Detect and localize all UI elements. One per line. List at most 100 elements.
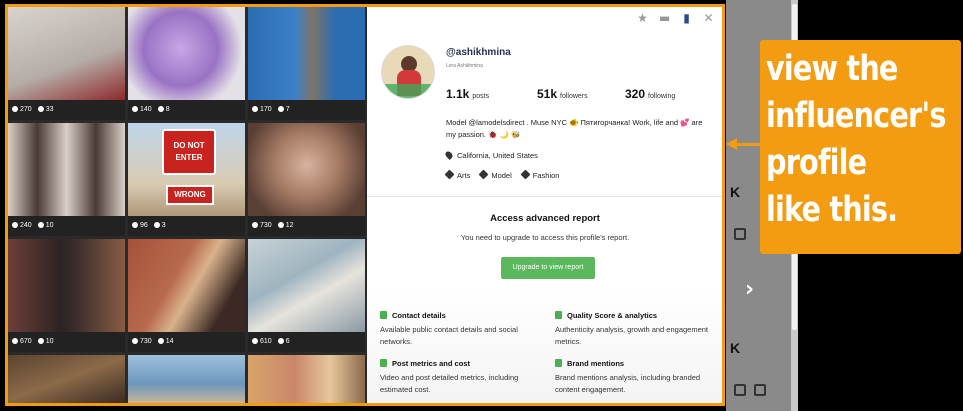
star-icon[interactable]: ★ — [636, 12, 649, 25]
comment-icon — [157, 338, 164, 344]
close-icon[interactable]: ✕ — [702, 12, 715, 25]
callout-box: view the influencer's profile like this. — [760, 40, 961, 254]
background-text: K — [730, 184, 741, 200]
profile-location: California, United States — [444, 150, 538, 160]
callout-arrow-icon — [726, 138, 737, 150]
tag-item[interactable]: Model — [478, 169, 512, 180]
feature-title: Quality Score & analytics — [567, 311, 658, 320]
lock-icon — [380, 311, 387, 319]
post-tile[interactable] — [8, 355, 125, 403]
feature-title: Brand mentions — [567, 359, 625, 368]
sign-text: DO NOT — [173, 141, 205, 150]
background-text: K — [730, 340, 741, 356]
tag-icon — [444, 169, 455, 180]
location-text: California, United States — [457, 151, 538, 160]
background-comment-icon — [734, 228, 746, 240]
comments-count: 3 — [161, 222, 166, 229]
heart-icon — [252, 222, 258, 228]
post-tile[interactable]: 140 8 — [128, 7, 245, 120]
comment-icon[interactable]: ▬ — [658, 12, 671, 25]
post-photo — [128, 7, 245, 100]
lock-icon — [555, 311, 562, 319]
callout-arrow-line — [736, 143, 762, 146]
feature-description: Authenticity analysis, growth and engage… — [555, 325, 709, 346]
post-photo: DO NOT ENTER WRONG — [128, 123, 245, 216]
followers-stat: 51k followers — [537, 87, 588, 101]
tag-item[interactable]: Arts — [444, 169, 471, 180]
feature-description: Brand mentions analysis, including brand… — [555, 373, 701, 394]
post-tile[interactable]: 730 14 — [128, 239, 245, 352]
comment-icon — [157, 106, 164, 112]
avatar[interactable] — [381, 45, 435, 99]
comment-icon — [37, 338, 44, 344]
post-stats: 730 14 — [128, 332, 245, 352]
likes-count: 170 — [260, 106, 272, 113]
tag-label: Arts — [457, 171, 471, 180]
tag-icon — [478, 169, 489, 180]
panel-toolbar: ★ ▬ ▮ ✕ — [636, 12, 715, 25]
callout-text: view the influencer's profile like this. — [766, 49, 946, 230]
post-tile[interactable]: 670 10 — [8, 239, 125, 352]
post-tile[interactable] — [128, 355, 245, 403]
feature-description: Available public contact details and soc… — [380, 325, 518, 346]
profile-bio: Model @lamodelsdirect . Muse NYC 🐠 Пятиг… — [446, 118, 703, 139]
comments-count: 33 — [45, 106, 54, 113]
profile-full-name: Lera Ashikhmina — [446, 63, 483, 69]
heart-icon — [252, 106, 258, 112]
tag-label: Model — [491, 171, 512, 180]
heart-icon — [12, 106, 18, 112]
do-not-enter-sign: DO NOT ENTER — [162, 129, 216, 175]
comment-icon — [277, 222, 284, 228]
heart-icon — [252, 338, 258, 344]
comments-count: 6 — [285, 338, 290, 345]
avatar-figure — [382, 84, 434, 98]
feature-post-metrics: Post metrics and cost Video and post det… — [380, 359, 540, 396]
post-photo — [8, 239, 125, 332]
post-photo — [128, 355, 245, 403]
followers-label: followers — [560, 93, 588, 100]
likes-count: 730 — [260, 222, 272, 229]
post-stats: 610 6 — [248, 332, 365, 352]
tag-item[interactable]: Fashion — [520, 169, 559, 180]
likes-count: 140 — [140, 106, 152, 113]
comments-count: 10 — [45, 338, 54, 345]
comment-icon — [277, 106, 284, 112]
heart-icon — [132, 338, 138, 344]
sign-text: WRONG — [174, 190, 206, 199]
tag-icon — [520, 169, 531, 180]
likes-count: 270 — [20, 106, 32, 113]
comments-count: 10 — [45, 222, 54, 229]
following-count: 320 — [625, 87, 646, 101]
comment-icon — [37, 106, 44, 112]
profile-username[interactable]: @ashikhmina — [446, 47, 511, 58]
comments-count: 14 — [165, 338, 174, 345]
post-stats: 96 3 — [128, 216, 245, 236]
post-tile[interactable]: 270 33 — [8, 7, 125, 120]
post-photo — [248, 7, 365, 100]
post-tile[interactable]: DO NOT ENTER WRONG 96 3 — [128, 123, 245, 236]
profile-tags: Arts Model Fashion — [444, 169, 559, 180]
post-tile[interactable]: 170 7 — [248, 7, 365, 120]
feature-brand-mentions: Brand mentions Brand mentions analysis, … — [555, 359, 715, 396]
post-photo — [248, 355, 365, 403]
post-stats: 730 12 — [248, 216, 365, 236]
likes-count: 610 — [260, 338, 272, 345]
likes-count: 240 — [20, 222, 32, 229]
bookmark-icon[interactable]: ▮ — [680, 12, 693, 25]
post-tile[interactable]: 730 12 — [248, 123, 365, 236]
feature-title: Post metrics and cost — [392, 359, 470, 368]
post-tile[interactable] — [248, 355, 365, 403]
likes-count: 96 — [140, 222, 148, 229]
post-tile[interactable]: 610 6 — [248, 239, 365, 352]
post-photo — [8, 123, 125, 216]
next-chevron-icon[interactable]: › — [745, 277, 754, 302]
post-tile[interactable]: 240 10 — [8, 123, 125, 236]
post-stats: 140 8 — [128, 100, 245, 120]
posts-label: posts — [472, 93, 490, 100]
post-stats: 270 33 — [8, 100, 125, 120]
sign-text: ENTER — [175, 153, 203, 162]
lock-icon — [555, 359, 562, 367]
post-grid: 270 33 140 8 170 7 240 10 DO NOT ENTER W… — [8, 7, 367, 403]
screenshot-stage: K K › 270 33 140 8 170 7 240 10 DO NOT E… — [0, 0, 963, 411]
upgrade-button[interactable]: Upgrade to view report — [501, 257, 595, 279]
